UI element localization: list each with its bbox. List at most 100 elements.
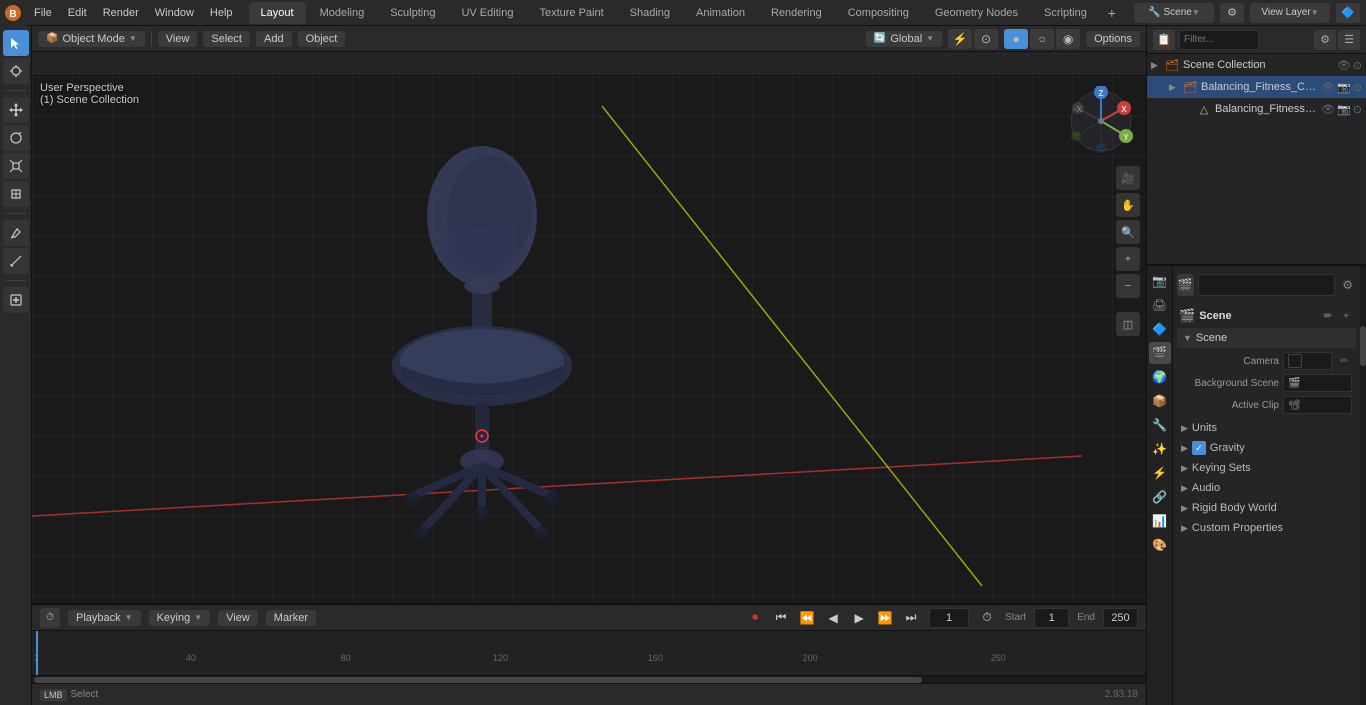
cursor-tool-button[interactable] bbox=[3, 58, 29, 84]
add-workspace-tab-button[interactable]: + bbox=[1101, 2, 1123, 24]
properties-scrollbar[interactable] bbox=[1360, 266, 1366, 705]
scene-section-title[interactable]: ▼ Scene bbox=[1177, 328, 1356, 348]
active-clip-value[interactable]: 📽 bbox=[1283, 396, 1352, 414]
engine-selector[interactable]: 🔧 Scene ▼ bbox=[1134, 3, 1214, 23]
viewport-canvas[interactable]: User Perspective (1) Scene Collection X … bbox=[32, 76, 1146, 603]
play-button[interactable]: ▶ bbox=[849, 608, 869, 628]
proportional-edit-button[interactable]: ⊙ bbox=[974, 29, 998, 49]
timeline-view-menu[interactable]: View bbox=[218, 610, 258, 626]
scene-new-btn[interactable]: + bbox=[1338, 308, 1354, 324]
transform-tool-button[interactable] bbox=[3, 181, 29, 207]
camera-pencil-btn[interactable]: ✏ bbox=[1336, 353, 1352, 369]
units-section[interactable]: ▶ Units bbox=[1177, 418, 1356, 438]
snap-button[interactable]: ⚡ bbox=[948, 29, 972, 49]
tab-compositing[interactable]: Compositing bbox=[836, 2, 921, 24]
outliner-filter-input[interactable] bbox=[1179, 30, 1259, 50]
viewport-object-menu[interactable]: Object bbox=[298, 31, 346, 47]
props-options-btn[interactable]: ⚙ bbox=[1339, 274, 1356, 296]
play-back-button[interactable]: ◀ bbox=[823, 608, 843, 628]
navigation-gizmo[interactable]: X -X Z Y bbox=[1066, 86, 1136, 159]
menu-help[interactable]: Help bbox=[202, 0, 241, 25]
move-tool-button[interactable] bbox=[3, 97, 29, 123]
plus-zoom-button[interactable]: + bbox=[1116, 247, 1140, 271]
transform-orientation[interactable]: 🔄 Global ▼ bbox=[866, 31, 942, 47]
record-button[interactable]: ⏺ bbox=[745, 608, 765, 628]
timeline-content[interactable]: 1 40 80 120 160 200 250 bbox=[32, 631, 1146, 675]
eye-icon-chair[interactable]: 👁 bbox=[1321, 81, 1335, 94]
marker-menu[interactable]: Marker bbox=[266, 610, 316, 626]
menu-file[interactable]: File bbox=[26, 0, 60, 25]
render-restrict-mesh[interactable]: ⊙ bbox=[1353, 103, 1362, 116]
custom-properties-section[interactable]: ▶ Custom Properties bbox=[1177, 518, 1356, 538]
jump-end-button[interactable]: ⏭ bbox=[901, 608, 921, 628]
object-props-icon[interactable]: 📦 bbox=[1149, 390, 1171, 412]
timeline-mode-icon[interactable]: ⏱ bbox=[40, 608, 60, 628]
data-props-icon[interactable]: 📊 bbox=[1149, 510, 1171, 532]
object-mode-selector[interactable]: 📦 Object Mode ▼ bbox=[38, 31, 145, 47]
keying-sets-section[interactable]: ▶ Keying Sets bbox=[1177, 458, 1356, 478]
eye-icon-scene[interactable]: 👁 bbox=[1337, 59, 1351, 72]
measure-tool-button[interactable] bbox=[3, 248, 29, 274]
end-frame-input[interactable] bbox=[1103, 608, 1138, 628]
modifier-props-icon[interactable]: 🔧 bbox=[1149, 414, 1171, 436]
view-layer-selector[interactable]: View Layer ▼ bbox=[1250, 3, 1330, 23]
material-props-icon[interactable]: 🎨 bbox=[1149, 534, 1171, 556]
rotate-tool-button[interactable] bbox=[3, 125, 29, 151]
annotate-tool-button[interactable] bbox=[3, 220, 29, 246]
physics-props-icon[interactable]: ⚡ bbox=[1149, 462, 1171, 484]
render-props-icon[interactable]: 📷 bbox=[1149, 270, 1171, 292]
tab-scripting[interactable]: Scripting bbox=[1032, 2, 1099, 24]
hand-pan-button[interactable]: ✋ bbox=[1116, 193, 1140, 217]
options-button[interactable]: Options bbox=[1086, 31, 1140, 47]
select-tool-button[interactable] bbox=[3, 30, 29, 56]
scene-props-icon[interactable]: 🎬 bbox=[1149, 342, 1171, 364]
timeline-scrollbar-thumb[interactable] bbox=[34, 677, 922, 683]
render-restrict-chair[interactable]: ⊙ bbox=[1353, 81, 1362, 94]
scene-selector-icon[interactable]: ⚙ bbox=[1220, 3, 1244, 23]
menu-edit[interactable]: Edit bbox=[60, 0, 95, 25]
viewport-view-menu[interactable]: View bbox=[158, 31, 198, 47]
gravity-section[interactable]: ▶ ✓ Gravity bbox=[1177, 438, 1356, 458]
keying-menu[interactable]: Keying ▼ bbox=[149, 610, 211, 626]
view-layer-icon[interactable]: 🔷 bbox=[1336, 3, 1360, 23]
restrict-icon-scene[interactable]: ⊙ bbox=[1353, 59, 1362, 72]
viewport-shading-material[interactable]: ○ bbox=[1030, 29, 1054, 49]
properties-search-input[interactable] bbox=[1198, 274, 1336, 296]
viewport-shading-solid[interactable]: ● bbox=[1004, 29, 1028, 49]
viewport-add-menu[interactable]: Add bbox=[256, 31, 292, 47]
camera-view-button[interactable]: 🎥 bbox=[1116, 166, 1140, 190]
camera-restrict-mesh[interactable]: 📷 bbox=[1337, 103, 1351, 116]
camera-restrict-chair[interactable]: 📷 bbox=[1337, 81, 1351, 94]
scene-pencil-btn[interactable]: ✏ bbox=[1320, 308, 1336, 324]
timeline-scrollbar[interactable] bbox=[32, 675, 1146, 683]
properties-scrollbar-thumb[interactable] bbox=[1360, 326, 1366, 366]
outliner-item-scene-collection[interactable]: ▶ 🗂 Scene Collection 👁 ⊙ bbox=[1147, 54, 1366, 76]
outliner-mode-icon[interactable]: 📋 bbox=[1153, 30, 1175, 50]
tab-animation[interactable]: Animation bbox=[684, 2, 757, 24]
eye-icon-mesh[interactable]: 👁 bbox=[1321, 103, 1335, 116]
bg-scene-value[interactable]: 🎬 bbox=[1283, 374, 1352, 392]
blender-logo[interactable]: B bbox=[0, 0, 26, 26]
step-back-button[interactable]: ⏪ bbox=[797, 608, 817, 628]
menu-render[interactable]: Render bbox=[95, 0, 147, 25]
current-frame-input[interactable] bbox=[929, 608, 969, 628]
viewport-select-menu[interactable]: Select bbox=[203, 31, 250, 47]
tab-texture-paint[interactable]: Texture Paint bbox=[527, 2, 615, 24]
scale-tool-button[interactable] bbox=[3, 153, 29, 179]
particles-props-icon[interactable]: ✨ bbox=[1149, 438, 1171, 460]
tab-sculpting[interactable]: Sculpting bbox=[378, 2, 447, 24]
tab-geometry-nodes[interactable]: Geometry Nodes bbox=[923, 2, 1030, 24]
viewport-shading-rendered[interactable]: ◉ bbox=[1056, 29, 1080, 49]
gravity-checkbox[interactable]: ✓ bbox=[1192, 441, 1206, 455]
camera-prop-value[interactable] bbox=[1283, 352, 1332, 370]
tab-uv-editing[interactable]: UV Editing bbox=[449, 2, 525, 24]
view-layer-props-icon[interactable]: 🔷 bbox=[1149, 318, 1171, 340]
jump-start-button[interactable]: ⏮ bbox=[771, 608, 791, 628]
filter-icon-2[interactable]: ☰ bbox=[1338, 30, 1360, 50]
minus-zoom-button[interactable]: − bbox=[1116, 274, 1140, 298]
menu-window[interactable]: Window bbox=[147, 0, 202, 25]
add-object-button[interactable] bbox=[3, 287, 29, 313]
start-frame-input[interactable] bbox=[1034, 608, 1069, 628]
filter-icon-1[interactable]: ⚙ bbox=[1314, 30, 1336, 50]
rigid-body-world-section[interactable]: ▶ Rigid Body World bbox=[1177, 498, 1356, 518]
